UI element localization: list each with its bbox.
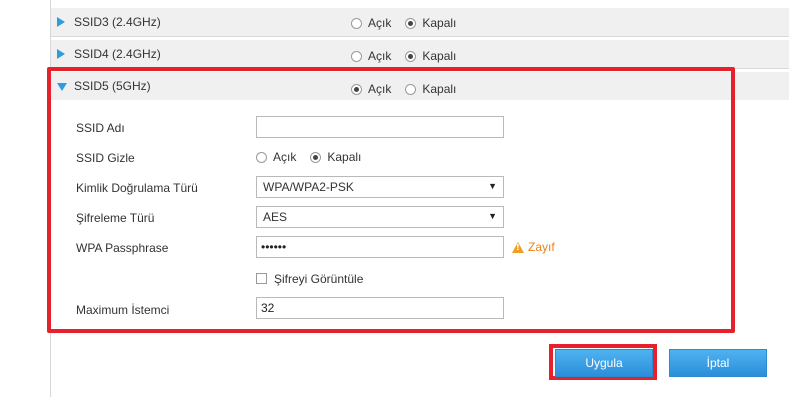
ssid3-on-radio[interactable] [351, 17, 362, 29]
left-gutter [0, 0, 50, 397]
ssid3-off-radio[interactable] [405, 17, 417, 29]
ssid4-row[interactable]: SSID4 (2.4GHz) Açık Kapalı [51, 40, 789, 69]
ssid4-on-radio[interactable] [351, 50, 362, 62]
highlight-annotation [47, 67, 735, 333]
ssid3-on-label: Açık [368, 16, 392, 30]
ssid4-off-radio[interactable] [405, 50, 417, 62]
expand-arrow-icon[interactable] [57, 49, 65, 59]
ssid4-name: SSID4 (2.4GHz) [74, 47, 161, 61]
ssid3-off-label: Kapalı [422, 16, 457, 30]
ssid3-name: SSID3 (2.4GHz) [74, 15, 161, 29]
ssid4-off-label: Kapalı [422, 49, 457, 63]
ssid3-row[interactable]: SSID3 (2.4GHz) Açık Kapalı [51, 8, 789, 37]
expand-arrow-icon[interactable] [57, 17, 65, 27]
apply-button[interactable]: Uygula [555, 349, 653, 377]
ssid4-on-label: Açık [368, 49, 392, 63]
ssid3-state-group: Açık Kapalı [351, 16, 470, 30]
cancel-button[interactable]: İptal [669, 349, 767, 377]
ssid4-state-group: Açık Kapalı [351, 49, 470, 63]
